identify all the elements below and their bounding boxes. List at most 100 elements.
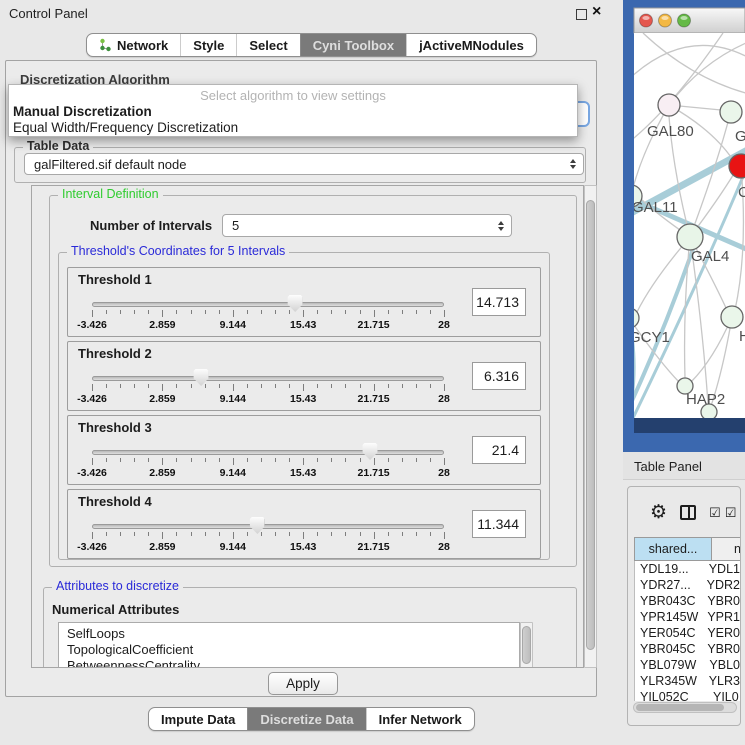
column-header-name[interactable]: na	[712, 537, 741, 561]
number-of-intervals-combobox[interactable]: 5	[222, 214, 512, 237]
traffic-light-buttons[interactable]	[640, 14, 691, 27]
gear-icon[interactable]: ⚙	[650, 503, 667, 522]
table-horizontal-scrollbar[interactable]	[633, 702, 737, 713]
slider-tick	[303, 532, 304, 539]
slider-tick	[345, 384, 346, 388]
slider-tick	[289, 310, 290, 314]
threshold-slider[interactable]: -3.4262.8599.14415.4321.71528	[92, 294, 448, 336]
table-horizontal-scrollbar-thumb[interactable]	[636, 704, 724, 711]
cell-name: YLR3	[709, 674, 740, 688]
slider-tick	[360, 532, 361, 536]
algorithm-option-manual[interactable]: Manual Discretization	[13, 104, 152, 119]
threshold-value-field[interactable]: 21.4	[472, 436, 526, 464]
panel-title: Control Panel	[9, 6, 88, 21]
slider-track[interactable]	[92, 302, 444, 307]
slider-tick	[360, 458, 361, 462]
slider-tick	[374, 310, 375, 317]
slider-tick	[360, 310, 361, 314]
slider-tick	[275, 458, 276, 462]
slider-tick	[331, 458, 332, 462]
close-traffic-light[interactable]	[640, 14, 653, 27]
settings-viewport: Interval Definition Number of Intervals …	[31, 185, 584, 668]
tab-select[interactable]: Select	[236, 34, 299, 56]
attributes-scrollbar-thumb[interactable]	[522, 626, 531, 664]
slider-tick-label: -3.426	[77, 467, 107, 479]
attribute-item[interactable]: SelfLoops	[67, 626, 519, 642]
split-view-icon[interactable]	[680, 505, 696, 520]
tab-cyni-toolbox[interactable]: Cyni Toolbox	[300, 34, 406, 56]
table-row[interactable]: YDL19...YDL1	[635, 561, 740, 577]
table-row[interactable]: YDR27...YDR2	[635, 577, 740, 593]
tab-style[interactable]: Style	[180, 34, 236, 56]
slider-track[interactable]	[92, 524, 444, 529]
threshold-value-field[interactable]: 11.344	[472, 510, 526, 538]
tab-jactivemnodules[interactable]: jActiveMNodules	[406, 34, 536, 56]
checkbox-icon[interactable]: ☑	[709, 506, 721, 519]
tab-network[interactable]: Network	[87, 34, 180, 56]
attribute-item[interactable]: TopologicalCoefficient	[67, 642, 519, 658]
slider-tick	[106, 532, 107, 536]
minimize-traffic-light[interactable]	[659, 14, 672, 27]
slider-tick	[247, 310, 248, 314]
slider-tick-label: 2.859	[149, 319, 175, 331]
column-header-shared-name[interactable]: shared...	[634, 537, 712, 561]
network-node[interactable]	[721, 306, 743, 328]
top-tab-bar: NetworkStyleSelectCyni ToolboxjActiveMNo…	[86, 33, 537, 57]
algorithm-placeholder: Select algorithm to view settings	[9, 88, 577, 103]
tab-infer-network[interactable]: Infer Network	[366, 708, 474, 730]
algorithm-dropdown-popup: Select algorithm to view settings Manual…	[8, 84, 578, 137]
table-row[interactable]: YPR145WYPR1	[635, 609, 740, 625]
threshold-value-field[interactable]: 14.713	[472, 288, 526, 316]
slider-track[interactable]	[92, 376, 444, 381]
slider-tick	[317, 310, 318, 314]
bottom-tab-bar: Impute DataDiscretize Data Infer Network	[148, 707, 475, 731]
slider-tick	[331, 532, 332, 536]
slider-tick	[416, 384, 417, 388]
slider-tick	[430, 310, 431, 314]
zoom-traffic-light[interactable]	[678, 14, 691, 27]
slider-tick	[416, 458, 417, 462]
threshold-label: Threshold 4	[78, 494, 152, 509]
slider-thumb[interactable]	[250, 517, 265, 534]
slider-track[interactable]	[92, 450, 444, 455]
table-row[interactable]: YBL079WYBL0	[635, 657, 740, 673]
network-node[interactable]	[677, 224, 703, 250]
slider-tick	[191, 458, 192, 462]
table-data-combobox[interactable]: galFiltered.sif default node	[24, 153, 584, 175]
checkbox-icon[interactable]: ☑	[725, 506, 737, 519]
attribute-item[interactable]: BetweennessCentrality	[67, 658, 519, 668]
cell-shared-name: YDR27...	[635, 578, 707, 592]
algorithm-option-equal-width[interactable]: Equal Width/Frequency Discretization	[13, 120, 238, 135]
tab-impute-data[interactable]: Impute Data	[149, 708, 247, 730]
tab-label: Infer Network	[379, 712, 462, 727]
network-view[interactable]: GAL80GAGAL11CGAL4GCY1HHAP2	[623, 0, 745, 452]
slider-tick	[162, 532, 163, 539]
slider-thumb[interactable]	[363, 443, 378, 460]
table-row[interactable]: YIL052CYIL0	[635, 689, 740, 701]
float-window-icon[interactable]	[576, 9, 587, 20]
table-row[interactable]: YBR045CYBR0	[635, 641, 740, 657]
threshold-slider[interactable]: -3.4262.8599.14415.4321.71528	[92, 442, 448, 484]
slider-tick	[219, 384, 220, 388]
cell-name: YER0	[707, 626, 740, 640]
table-row[interactable]: YER054CYER0	[635, 625, 740, 641]
slider-tick-label: 2.859	[149, 541, 175, 553]
table-row[interactable]: YLR345WYLR3	[635, 673, 740, 689]
slider-thumb[interactable]	[194, 369, 209, 386]
threshold-slider[interactable]: -3.4262.8599.14415.4321.71528	[92, 368, 448, 410]
threshold-value-field[interactable]: 6.316	[472, 362, 526, 390]
close-icon[interactable]: ×	[592, 3, 601, 21]
apply-button[interactable]: Apply	[268, 672, 338, 695]
network-node[interactable]	[658, 94, 680, 116]
table-row[interactable]: YBR043CYBR0	[635, 593, 740, 609]
slider-tick	[233, 458, 234, 465]
slider-tick	[247, 532, 248, 536]
cell-name: YIL0	[713, 690, 739, 701]
tab-discretize-data[interactable]: Discretize Data	[247, 708, 365, 730]
panel-vertical-scrollbar-thumb[interactable]	[586, 200, 595, 650]
threshold-slider[interactable]: -3.4262.8599.14415.4321.71528	[92, 516, 448, 558]
attributes-group: Attributes to discretize Numerical Attri…	[43, 587, 577, 668]
network-node[interactable]	[720, 101, 742, 123]
numerical-attributes-list[interactable]: SelfLoopsTopologicalCoefficientBetweenne…	[58, 622, 520, 668]
slider-tick	[261, 384, 262, 388]
